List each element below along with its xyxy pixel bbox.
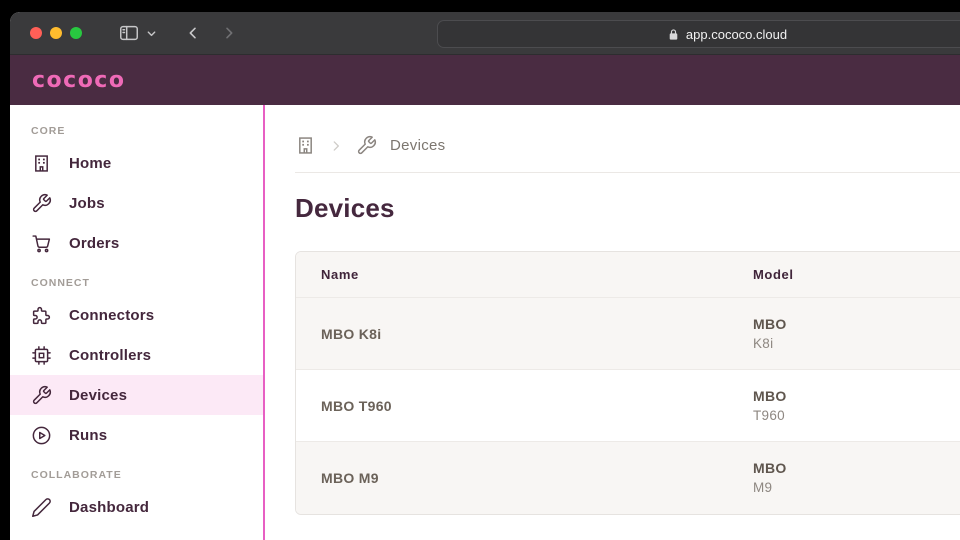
sidebar-item-connectors[interactable]: Connectors [10,295,263,335]
address-bar[interactable]: app.cococo.cloud [437,20,960,48]
puzzle-icon [31,305,52,326]
app-body: CORE Home Jobs Orders CONNECT Connectors Contr… [10,105,960,540]
model-make: MBO [753,315,787,332]
close-window-button[interactable] [30,27,42,39]
sidebar-item-label: Connectors [69,306,155,324]
browser-window: app.cococo.cloud cococo CORE Home Jobs Orde… [10,12,960,540]
lock-icon [667,28,680,41]
device-model-cell: MBO M9 [728,458,960,498]
building-icon[interactable] [295,135,316,156]
table-header-row: Name Model [296,252,960,298]
chevron-right-icon [329,139,343,153]
breadcrumb-current: Devices [390,137,446,154]
main-content: Devices Devices Name Model MBO K8i MBO K8i… [265,105,960,540]
sidebar-item-label: Home [69,154,112,172]
back-button[interactable] [185,25,201,41]
sidebar-section-label: CONNECT [31,277,90,289]
breadcrumb-divider [295,172,960,173]
wrench-icon [356,135,377,156]
sidebar-item-dashboard[interactable]: Dashboard [10,487,263,527]
breadcrumb: Devices [295,135,960,156]
devices-table: Name Model MBO K8i MBO K8i MBO T960 MBO T960 M… [295,251,960,515]
table-row[interactable]: MBO M9 MBO M9 [296,442,960,514]
model-name: K8i [753,335,774,351]
building-icon [31,153,52,174]
sidebar-item-label: Orders [69,234,120,252]
sidebar-toggle-icon[interactable] [118,22,140,44]
device-model-cell: MBO T960 [728,386,960,426]
model-name: T960 [753,407,785,423]
page-title: Devices [295,193,395,223]
sidebar-item-label: Runs [69,426,108,444]
table-body: MBO K8i MBO K8i MBO T960 MBO T960 MBO M9 MBO M9 [296,298,960,514]
device-model-cell: MBO K8i [728,314,960,354]
column-header-model[interactable]: Model [728,267,960,282]
model-make: MBO [753,387,787,404]
device-name-cell: MBO T960 [321,397,392,414]
browser-titlebar: app.cococo.cloud [10,12,960,55]
sidebar-nav: CORE Home Jobs Orders CONNECT Connectors Contr… [10,105,265,540]
sidebar-item-label: Jobs [69,194,105,212]
wrench-icon [31,385,52,406]
cart-icon [31,233,52,254]
zoom-window-button[interactable] [70,27,82,39]
play-circle-icon [31,425,52,446]
app-logo[interactable]: cococo [32,68,125,93]
app-header: cococo [10,55,960,105]
sidebar-item-controllers[interactable]: Controllers [10,335,263,375]
chip-icon [31,345,52,366]
sidebar-item-label: Dashboard [69,498,150,516]
sidebar-item-orders[interactable]: Orders [10,223,263,263]
device-name-cell: MBO M9 [321,470,379,486]
sidebar-item-runs[interactable]: Runs [10,415,263,455]
sidebar-item-jobs[interactable]: Jobs [10,183,263,223]
column-header-name[interactable]: Name [296,267,728,282]
sidebar-item-devices[interactable]: Devices [10,375,263,415]
wrench-icon [31,193,52,214]
sidebar-section-label: COLLABORATE [31,469,122,481]
desktop-background: app.cococo.cloud cococo CORE Home Jobs Orde… [0,0,960,540]
url-text: app.cococo.cloud [685,26,788,42]
sidebar-item-label: Controllers [69,346,152,364]
forward-button[interactable] [221,25,237,41]
chevron-down-icon[interactable] [146,28,157,39]
pencil-icon [31,497,52,518]
sidebar-item-home[interactable]: Home [10,143,263,183]
sidebar-item-label: Devices [69,386,128,404]
sidebar-section-label: CORE [31,125,66,137]
model-name: M9 [753,480,773,496]
minimize-window-button[interactable] [50,27,62,39]
table-row[interactable]: MBO T960 MBO T960 [296,370,960,442]
device-name-cell: MBO K8i [321,325,382,342]
table-row[interactable]: MBO K8i MBO K8i [296,298,960,370]
model-make: MBO [753,460,787,477]
